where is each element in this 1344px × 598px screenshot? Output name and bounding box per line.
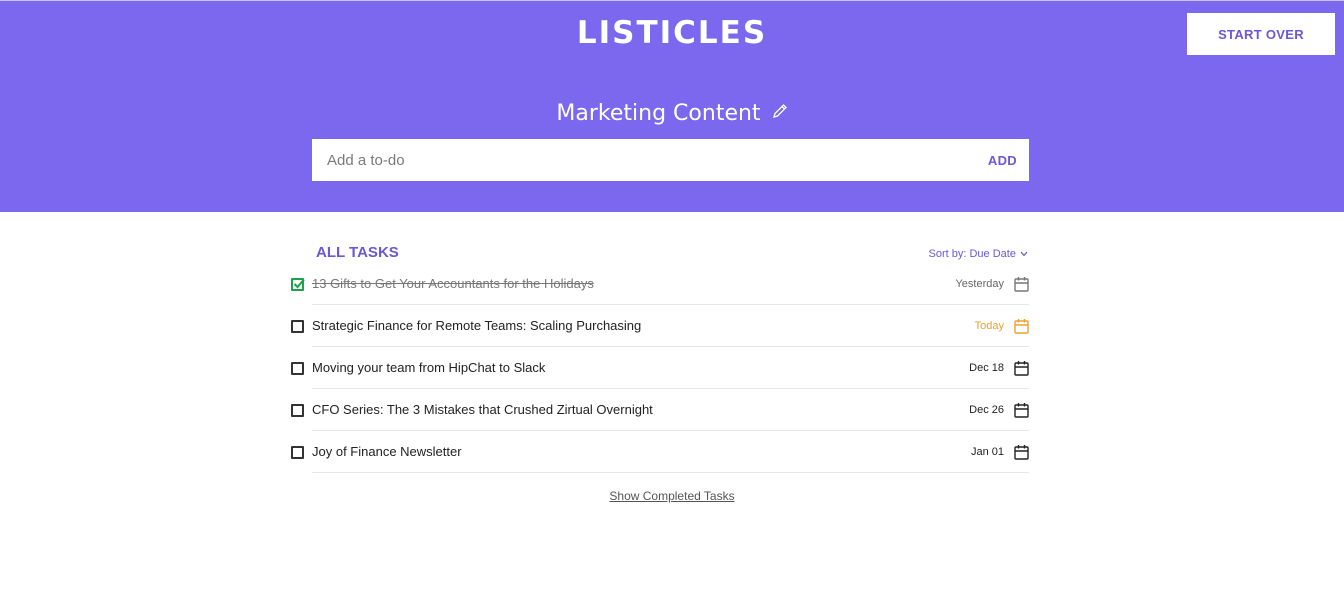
- due-date: Today: [974, 320, 1004, 332]
- list-title[interactable]: Marketing Content: [556, 101, 760, 126]
- app-title: LISTICLES: [576, 15, 768, 51]
- checkbox-icon[interactable]: [291, 320, 304, 333]
- due-date: Jan 01: [970, 446, 1004, 458]
- task-list: 13 Gifts to Get Your Accountants for the…: [290, 263, 1029, 473]
- task-text[interactable]: 13 Gifts to Get Your Accountants for the…: [312, 276, 594, 291]
- show-completed-container: Show Completed Tasks: [0, 487, 1344, 505]
- task-row: Moving your team from HipChat to Slack D…: [290, 347, 1029, 389]
- due-date: Dec 18: [969, 362, 1004, 374]
- due-date: Yesterday: [955, 278, 1004, 290]
- calendar-icon[interactable]: [1014, 444, 1029, 465]
- due-date: Dec 26: [969, 404, 1004, 416]
- list-title-container: Marketing Content: [0, 101, 1344, 126]
- task-row: Joy of Finance Newsletter Jan 01: [290, 431, 1029, 473]
- calendar-icon[interactable]: [1014, 276, 1029, 297]
- task-text[interactable]: Strategic Finance for Remote Teams: Scal…: [312, 318, 641, 333]
- row-divider: [312, 472, 1029, 473]
- task-text[interactable]: Moving your team from HipChat to Slack: [312, 360, 545, 375]
- sort-dropdown[interactable]: Sort by: Due Date: [929, 248, 1029, 260]
- task-text[interactable]: CFO Series: The 3 Mistakes that Crushed …: [312, 402, 653, 417]
- task-row: CFO Series: The 3 Mistakes that Crushed …: [290, 389, 1029, 431]
- add-button[interactable]: ADD: [988, 139, 1017, 181]
- start-over-button[interactable]: START OVER: [1187, 13, 1335, 55]
- task-text[interactable]: Joy of Finance Newsletter: [312, 444, 462, 459]
- task-row: 13 Gifts to Get Your Accountants for the…: [290, 263, 1029, 305]
- chevron-down-icon: [1020, 251, 1028, 257]
- task-row: Strategic Finance for Remote Teams: Scal…: [290, 305, 1029, 347]
- calendar-icon[interactable]: [1014, 402, 1029, 423]
- header-banner: LISTICLES START OVER Marketing Content A…: [0, 0, 1344, 212]
- sort-label: Sort by: Due Date: [928, 248, 1016, 260]
- calendar-icon[interactable]: [1014, 360, 1029, 381]
- calendar-icon[interactable]: [1014, 318, 1029, 339]
- all-tasks-heading: ALL TASKS: [316, 244, 399, 261]
- add-todo-bar: ADD: [312, 139, 1029, 181]
- show-completed-link[interactable]: Show Completed Tasks: [609, 489, 734, 503]
- add-todo-input[interactable]: [312, 139, 962, 181]
- checkbox-icon[interactable]: [291, 446, 304, 459]
- checkbox-checked-icon[interactable]: [291, 278, 305, 291]
- checkbox-icon[interactable]: [291, 404, 304, 417]
- pencil-icon[interactable]: [772, 100, 788, 125]
- checkbox-icon[interactable]: [291, 362, 304, 375]
